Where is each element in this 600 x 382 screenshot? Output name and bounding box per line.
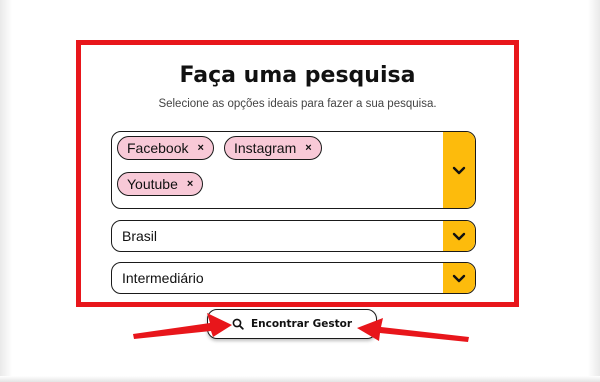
remove-tag-icon[interactable]: × <box>197 142 203 154</box>
page-edge-left <box>0 0 12 382</box>
tag-label: Facebook <box>127 140 189 156</box>
find-manager-button-label: Encontrar Gestor <box>250 318 353 330</box>
level-dropdown-toggle[interactable] <box>443 263 475 293</box>
chevron-down-icon <box>452 274 466 282</box>
form-title: Faça uma pesquisa <box>179 63 416 88</box>
chevron-down-icon <box>452 232 466 240</box>
tag-youtube: Youtube × <box>117 172 204 196</box>
page-edge-right <box>588 0 600 382</box>
tag-instagram: Instagram × <box>224 136 322 160</box>
search-icon <box>232 318 244 330</box>
tag-facebook: Facebook × <box>117 136 214 160</box>
remove-tag-icon[interactable]: × <box>305 142 311 154</box>
level-select[interactable]: Intermediário <box>111 262 476 294</box>
remove-tag-icon[interactable]: × <box>187 178 193 190</box>
level-select-value: Intermediário <box>122 270 204 286</box>
tag-label: Youtube <box>127 176 178 192</box>
platform-dropdown-toggle[interactable] <box>443 132 475 208</box>
page-edge-bottom <box>0 376 600 382</box>
platform-multiselect[interactable]: Facebook × Instagram × Youtube × <box>111 131 476 209</box>
chevron-down-icon <box>452 166 466 174</box>
find-manager-button[interactable]: Encontrar Gestor <box>207 309 377 339</box>
country-select[interactable]: Brasil <box>111 220 476 252</box>
tag-label: Instagram <box>234 140 297 156</box>
country-select-value: Brasil <box>122 228 158 244</box>
form-subtitle: Selecione as opções ideais para fazer a … <box>158 98 437 110</box>
country-dropdown-toggle[interactable] <box>443 221 475 251</box>
search-form-highlight: Faça uma pesquisa Selecione as opções id… <box>76 40 519 307</box>
